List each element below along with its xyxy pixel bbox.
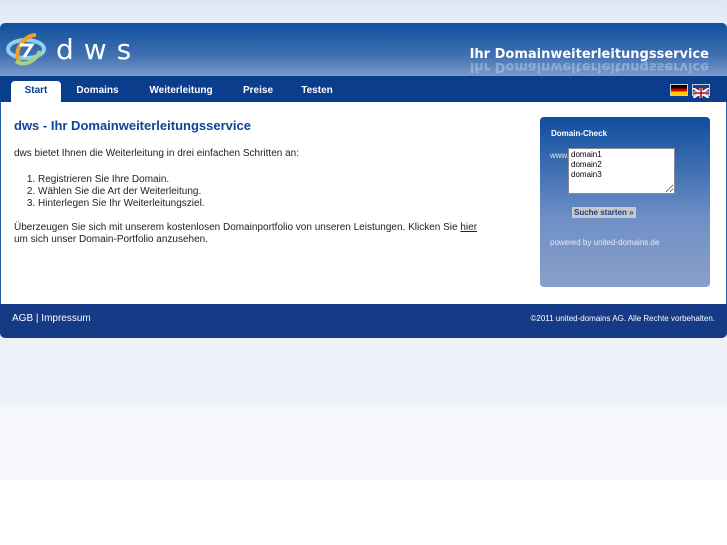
list-item: Wählen Sie die Art der Weiterleitung. [38,186,205,198]
www-prefix: www. [550,151,570,160]
outro-text: Überzeugen Sie sich mit unserem kostenlo… [14,222,477,246]
search-button[interactable]: Suche starten » [572,207,636,218]
list-item: Hinterlegen Sie Ihr Weiterleitungsziel. [38,198,205,210]
logo-text: dws [56,32,142,66]
intro-text: dws bietet Ihnen die Weiterleitung in dr… [14,148,299,159]
domain-input[interactable]: domain1 domain2 domain3 [568,148,675,194]
page-container: dws Ihr Domainweiterleitungsservice Ihr … [0,23,727,338]
logo[interactable]: dws [6,31,141,67]
list-item: Registrieren Sie Ihre Domain. [38,174,205,186]
footer: AGB | Impressum ©2011 united-domains AG.… [0,304,727,338]
domain-check-box: Domain-Check www. domain1 domain2 domain… [540,117,710,287]
portfolio-link[interactable]: hier [460,222,477,233]
powered-by-text: powered by united-domains.de [550,238,660,247]
content: dws - Ihr Domainweiterleitungsservice dw… [0,102,727,304]
agb-link[interactable]: AGB [12,313,33,324]
logo-icon [6,33,46,66]
steps-list: Registrieren Sie Ihre Domain. Wählen Sie… [38,174,205,210]
tab-domains[interactable]: Domains [70,81,125,102]
domain-check-title: Domain-Check [551,129,608,138]
main-nav: Start Domains Weiterleitung Preise Teste… [0,76,727,102]
impressum-link[interactable]: Impressum [41,313,90,324]
uk-flag-icon[interactable] [692,84,710,99]
header: dws Ihr Domainweiterleitungsservice Ihr … [0,23,727,76]
tab-preise[interactable]: Preise [238,81,278,102]
slogan-reflection: Ihr Domainweiterleitungsservice [469,59,709,74]
tab-start[interactable]: Start [11,81,61,102]
outro-text-end: um sich unser Domain-Portfolio anzusehen… [14,234,208,245]
copyright: ©2011 united-domains AG. Alle Rechte vor… [530,314,715,323]
separator: | [35,313,39,324]
page-title: dws - Ihr Domainweiterleitungsservice [14,118,251,133]
tab-testen[interactable]: Testen [296,81,338,102]
outro-text-start: Überzeugen Sie sich mit unserem kostenlo… [14,222,461,233]
tab-weiterleitung[interactable]: Weiterleitung [145,81,217,102]
german-flag-icon[interactable] [670,84,688,96]
